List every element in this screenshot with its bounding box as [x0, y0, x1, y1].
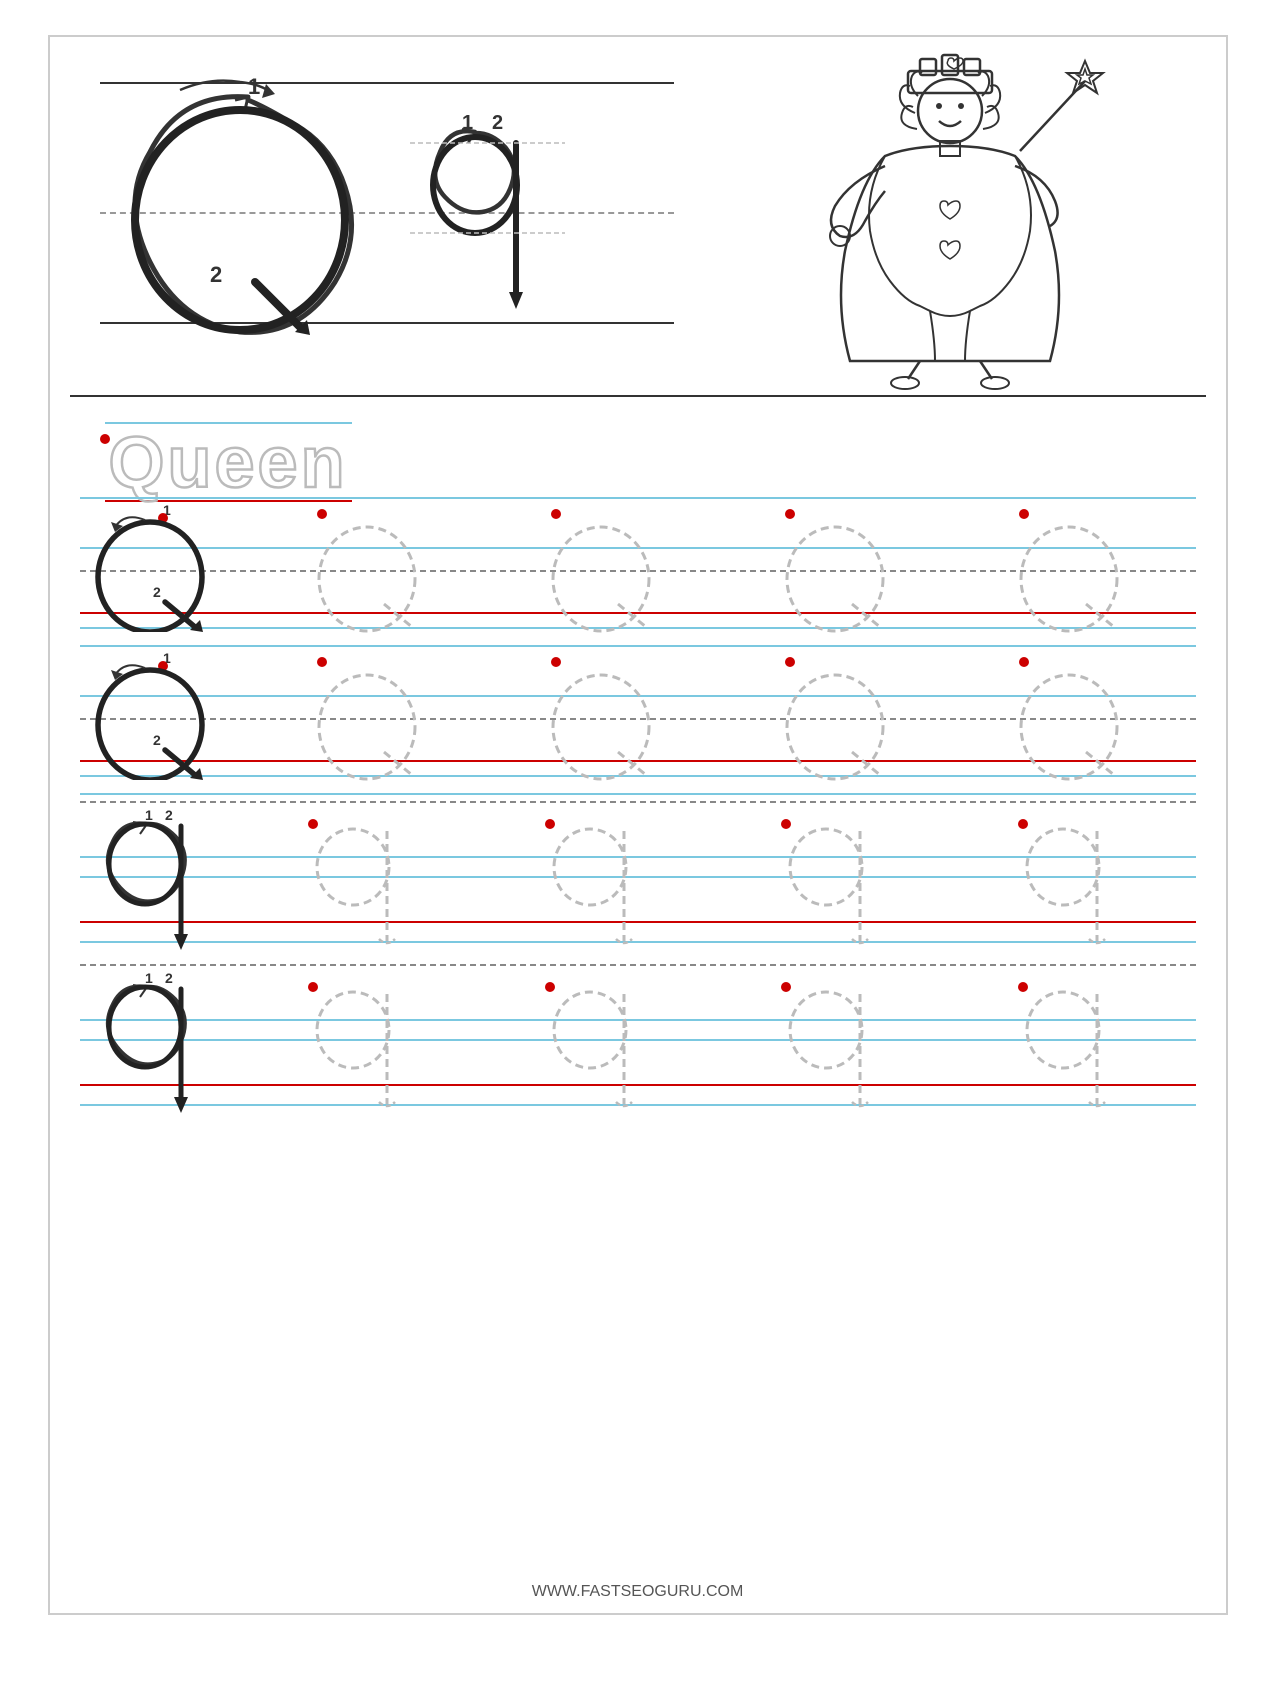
trace-lq-1 — [305, 809, 410, 949]
trace-q-2 — [546, 509, 656, 634]
example-capital-q: 1 2 — [85, 502, 240, 632]
word-trace: Queen — [105, 422, 352, 504]
trace-q-r2-3 — [780, 657, 890, 782]
trace-lq-r2-4 — [1015, 972, 1120, 1112]
svg-text:2: 2 — [210, 262, 222, 287]
svg-text:2: 2 — [165, 807, 173, 823]
trace-q-r2-1 — [312, 657, 422, 782]
trace-lq-2 — [542, 809, 647, 949]
trace-lq-r2-3 — [778, 972, 883, 1112]
practice-row-capital-q-2: 1 2 — [80, 645, 1196, 793]
big-q-letter: 1 2 — [100, 72, 380, 362]
trace-lq-4 — [1015, 809, 1120, 949]
queen-svg — [790, 51, 1110, 391]
trace-lq-3 — [778, 809, 883, 949]
trace-lq-r2-1 — [305, 972, 410, 1112]
practice-row-lowercase-q-1: 1 2 — [80, 801, 1196, 956]
word-section: Queen — [70, 397, 1206, 497]
practice-row-lowercase-q-2: 1 2 — [80, 964, 1196, 1119]
small-q-letter: 1 2 — [410, 97, 570, 377]
example-capital-q-2: 1 2 — [85, 650, 240, 780]
svg-text:2: 2 — [165, 970, 173, 986]
trace-q-3 — [780, 509, 890, 634]
example-lowercase-q-2: 1 2 — [85, 969, 230, 1114]
practice-row-capital-q-1: 1 2 — [80, 497, 1196, 645]
trace-lowercase-q-row1 — [240, 806, 1186, 951]
svg-text:2: 2 — [492, 112, 503, 134]
trace-q-r2-4 — [1014, 657, 1124, 782]
footer: WWW.FASTSEOGURU.COM — [50, 1583, 1226, 1601]
trace-lq-r2-2 — [542, 972, 647, 1112]
svg-text:2: 2 — [153, 584, 161, 600]
footer-url: WWW.FASTSEOGURU.COM — [532, 1583, 744, 1600]
example-lowercase-q-1: 1 2 — [85, 806, 230, 951]
trace-lowercase-q-row2 — [240, 969, 1186, 1114]
letter-demo: 1 2 — [70, 57, 695, 385]
worksheet-page: 1 2 — [48, 35, 1228, 1615]
trace-q-r2-2 — [546, 657, 656, 782]
practice-section: 1 2 — [70, 497, 1206, 1119]
svg-text:1: 1 — [145, 807, 153, 823]
trace-capital-q-row1 — [250, 502, 1186, 640]
queen-illustration — [694, 57, 1205, 385]
trace-q-1 — [312, 509, 422, 634]
svg-text:1: 1 — [145, 970, 153, 986]
trace-capital-q-row2 — [250, 650, 1186, 788]
svg-text:2: 2 — [153, 732, 161, 748]
trace-q-4 — [1014, 509, 1124, 634]
top-section: 1 2 — [70, 57, 1206, 397]
